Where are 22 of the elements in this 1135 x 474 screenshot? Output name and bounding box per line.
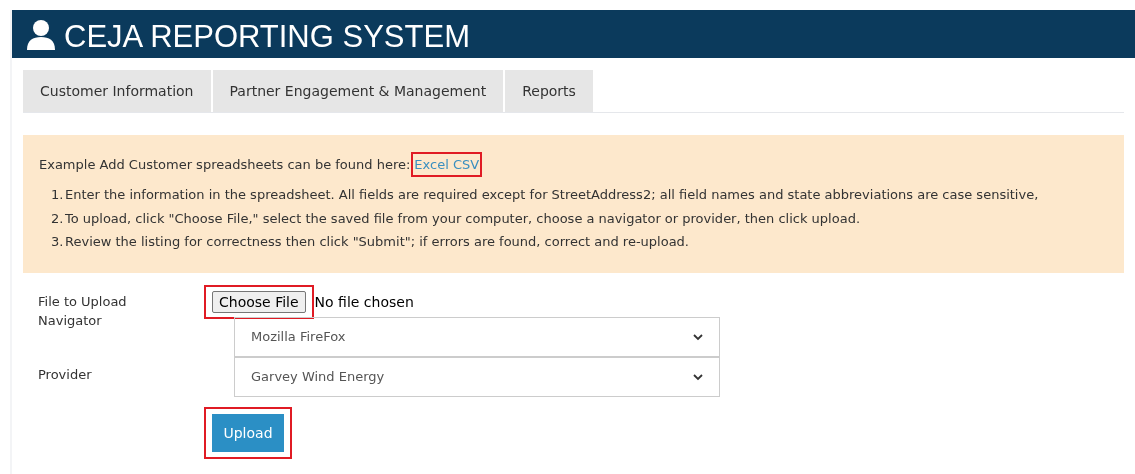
select-dropdown[interactable]: Garvey Wind Energy <box>234 357 720 397</box>
tab[interactable]: Customer Information <box>23 70 211 112</box>
step-number: 3. <box>51 233 65 251</box>
field-label: Navigator <box>38 312 103 330</box>
choose-file-button[interactable]: Choose File <box>212 291 306 313</box>
select-dropdown[interactable]: Mozilla FireFox <box>234 317 720 357</box>
intro-text: Example Add Customer spreadsheets can be found here: <box>39 155 411 174</box>
field-label: File to Upload <box>38 293 128 312</box>
file-status: No file chosen <box>314 292 414 312</box>
step-number: 2. <box>51 209 65 228</box>
step-text: Enter the information in the spreadsheet. All fields are required except for StreetAddress2; all field names and state abbreviations are case sensitive, <box>65 186 1039 204</box>
user-icon <box>26 18 56 50</box>
field-label: Provider <box>38 366 93 384</box>
tab[interactable]: Reports <box>505 70 593 112</box>
step-number: 1. <box>51 186 65 204</box>
chevron-down-icon <box>693 373 703 381</box>
step-text: Review the listing for correctness then click "Submit"; if errors are found, correct and re-upload. <box>65 233 689 251</box>
tab[interactable]: Partner Engagement & Management <box>212 70 504 112</box>
step-text: To upload, click "Choose File," select the saved file from your computer, choose a navigator or provider, then click upload. <box>65 209 861 228</box>
upload-button[interactable]: Upload <box>212 414 284 452</box>
app-title: CEJA REPORTING SYSTEM <box>64 20 470 52</box>
chevron-down-icon <box>693 333 703 341</box>
